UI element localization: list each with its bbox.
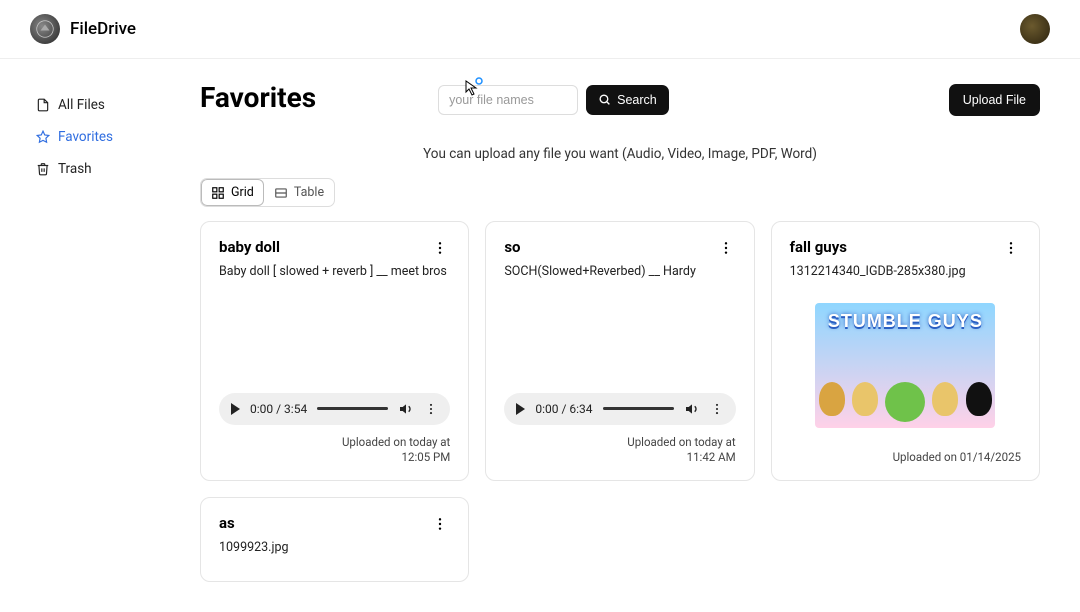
card-uploaded: Uploaded on today at 12:05 PM bbox=[330, 435, 450, 466]
more-vertical-icon[interactable] bbox=[710, 402, 724, 416]
more-vertical-icon[interactable] bbox=[430, 514, 450, 534]
sidebar-item-label: Trash bbox=[58, 161, 92, 177]
main-content: Favorites Search Upload File You can upl… bbox=[200, 59, 1080, 612]
search-icon bbox=[598, 93, 611, 106]
upload-button[interactable]: Upload File bbox=[949, 84, 1040, 116]
image-thumbnail[interactable]: STUMBLE GUYS bbox=[815, 303, 995, 428]
audio-seek-slider[interactable] bbox=[603, 407, 674, 410]
audio-player[interactable]: 0:00 / 3:54 bbox=[219, 393, 450, 425]
brand-name: FileDrive bbox=[70, 19, 136, 39]
volume-icon[interactable] bbox=[684, 401, 700, 417]
search-button-label: Search bbox=[617, 93, 657, 107]
audio-seek-slider[interactable] bbox=[317, 407, 388, 410]
view-toggle: Grid Table bbox=[200, 178, 1040, 207]
more-vertical-icon[interactable] bbox=[430, 238, 450, 258]
file-card: as 1099923.jpg bbox=[200, 497, 469, 582]
trash-icon bbox=[36, 162, 50, 176]
thumbnail-text: STUMBLE GUYS bbox=[828, 311, 983, 332]
card-subtitle: Baby doll [ slowed + reverb ] __ meet br… bbox=[219, 264, 450, 279]
table-icon bbox=[274, 186, 288, 200]
card-uploaded: Uploaded on today at 11:42 AM bbox=[616, 435, 736, 466]
audio-player[interactable]: 0:00 / 6:34 bbox=[504, 393, 735, 425]
play-icon[interactable] bbox=[516, 403, 525, 415]
grid-icon bbox=[211, 186, 225, 200]
star-icon bbox=[36, 130, 50, 144]
card-title: baby doll bbox=[219, 238, 280, 256]
user-avatar[interactable] bbox=[1020, 14, 1050, 44]
file-icon bbox=[36, 98, 50, 112]
app-header: FileDrive bbox=[0, 0, 1080, 59]
upload-hint: You can upload any file you want (Audio,… bbox=[200, 146, 1040, 162]
search-bar: Search bbox=[438, 85, 669, 115]
page-title: Favorites bbox=[200, 81, 316, 114]
card-subtitle: SOCH(Slowed+Reverbed) __ Hardy bbox=[504, 264, 735, 279]
sidebar-item-label: Favorites bbox=[58, 129, 113, 145]
more-vertical-icon[interactable] bbox=[424, 402, 438, 416]
view-grid-tab[interactable]: Grid bbox=[201, 179, 264, 206]
view-table-label: Table bbox=[294, 185, 324, 200]
search-button[interactable]: Search bbox=[586, 85, 669, 115]
file-card: so SOCH(Slowed+Reverbed) __ Hardy 0:00 /… bbox=[485, 221, 754, 481]
view-table-tab[interactable]: Table bbox=[264, 179, 334, 206]
brand[interactable]: FileDrive bbox=[30, 14, 136, 44]
view-grid-label: Grid bbox=[231, 185, 254, 200]
sidebar: All Files Favorites Trash bbox=[0, 59, 200, 612]
audio-time: 0:00 / 3:54 bbox=[250, 402, 307, 416]
sidebar-item-trash[interactable]: Trash bbox=[30, 153, 190, 185]
more-vertical-icon[interactable] bbox=[1001, 238, 1021, 258]
card-title: as bbox=[219, 514, 235, 532]
sidebar-item-all-files[interactable]: All Files bbox=[30, 89, 190, 121]
file-card: fall guys 1312214340_IGDB-285x380.jpg ST… bbox=[771, 221, 1040, 481]
search-input[interactable] bbox=[438, 85, 578, 115]
volume-icon[interactable] bbox=[398, 401, 414, 417]
card-title: fall guys bbox=[790, 238, 847, 256]
file-grid: baby doll Baby doll [ slowed + reverb ] … bbox=[200, 221, 1040, 582]
card-title: so bbox=[504, 238, 520, 256]
sidebar-item-label: All Files bbox=[58, 97, 105, 113]
more-vertical-icon[interactable] bbox=[716, 238, 736, 258]
card-subtitle: 1312214340_IGDB-285x380.jpg bbox=[790, 264, 1021, 279]
card-uploaded: Uploaded on 01/14/2025 bbox=[893, 450, 1021, 466]
file-card: baby doll Baby doll [ slowed + reverb ] … bbox=[200, 221, 469, 481]
audio-time: 0:00 / 6:34 bbox=[535, 402, 592, 416]
card-subtitle: 1099923.jpg bbox=[219, 540, 450, 555]
brand-logo-icon bbox=[30, 14, 60, 44]
top-row: Favorites Search Upload File bbox=[200, 81, 1040, 118]
sidebar-item-favorites[interactable]: Favorites bbox=[30, 121, 190, 153]
play-icon[interactable] bbox=[231, 403, 240, 415]
